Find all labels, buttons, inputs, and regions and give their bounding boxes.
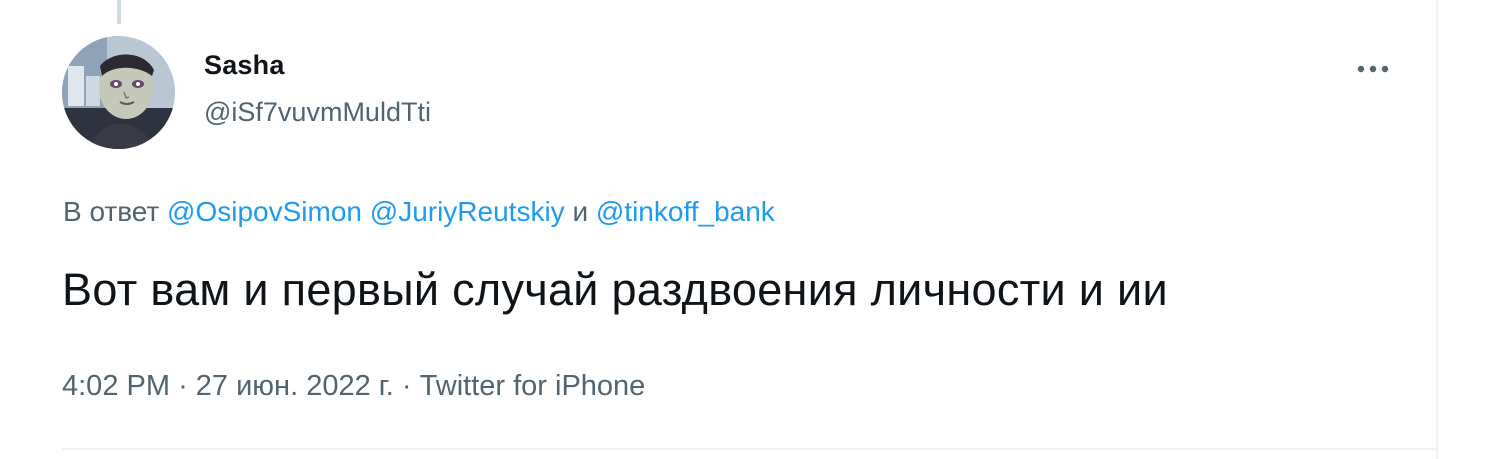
tweet-source[interactable]: Twitter for iPhone bbox=[420, 370, 646, 402]
tweet-meta: 4:02 PM · 27 июн. 2022 г. · Twitter for … bbox=[62, 370, 645, 403]
author-handle[interactable]: @iSf7vuvmMuldTti bbox=[204, 97, 431, 128]
avatar-image bbox=[62, 36, 175, 149]
mention-link[interactable]: @OsipovSimon bbox=[167, 196, 362, 227]
tweet-time[interactable]: 4:02 PM bbox=[62, 370, 170, 402]
avatar[interactable] bbox=[62, 36, 175, 149]
divider bbox=[62, 448, 1436, 450]
mention-link[interactable]: @JuriyReutskiy bbox=[370, 196, 565, 227]
more-horizontal-icon[interactable] bbox=[1352, 52, 1394, 86]
meta-separator: · bbox=[401, 370, 412, 402]
reply-context: В ответ @OsipovSimon @JuriyReutskiy и @t… bbox=[63, 196, 775, 228]
author-display-name[interactable]: Sasha bbox=[204, 50, 285, 81]
reply-prefix: В ответ bbox=[63, 196, 160, 227]
reply-conjunction: и bbox=[572, 196, 589, 227]
meta-separator: · bbox=[178, 370, 188, 402]
mention-link[interactable]: @tinkoff_bank bbox=[596, 196, 775, 227]
tweet-date[interactable]: 27 июн. 2022 г. bbox=[196, 370, 394, 402]
thread-connector-line bbox=[117, 0, 121, 24]
tweet-text: Вот вам и первый случай раздвоения лично… bbox=[62, 264, 1168, 315]
column-border bbox=[1436, 0, 1438, 459]
